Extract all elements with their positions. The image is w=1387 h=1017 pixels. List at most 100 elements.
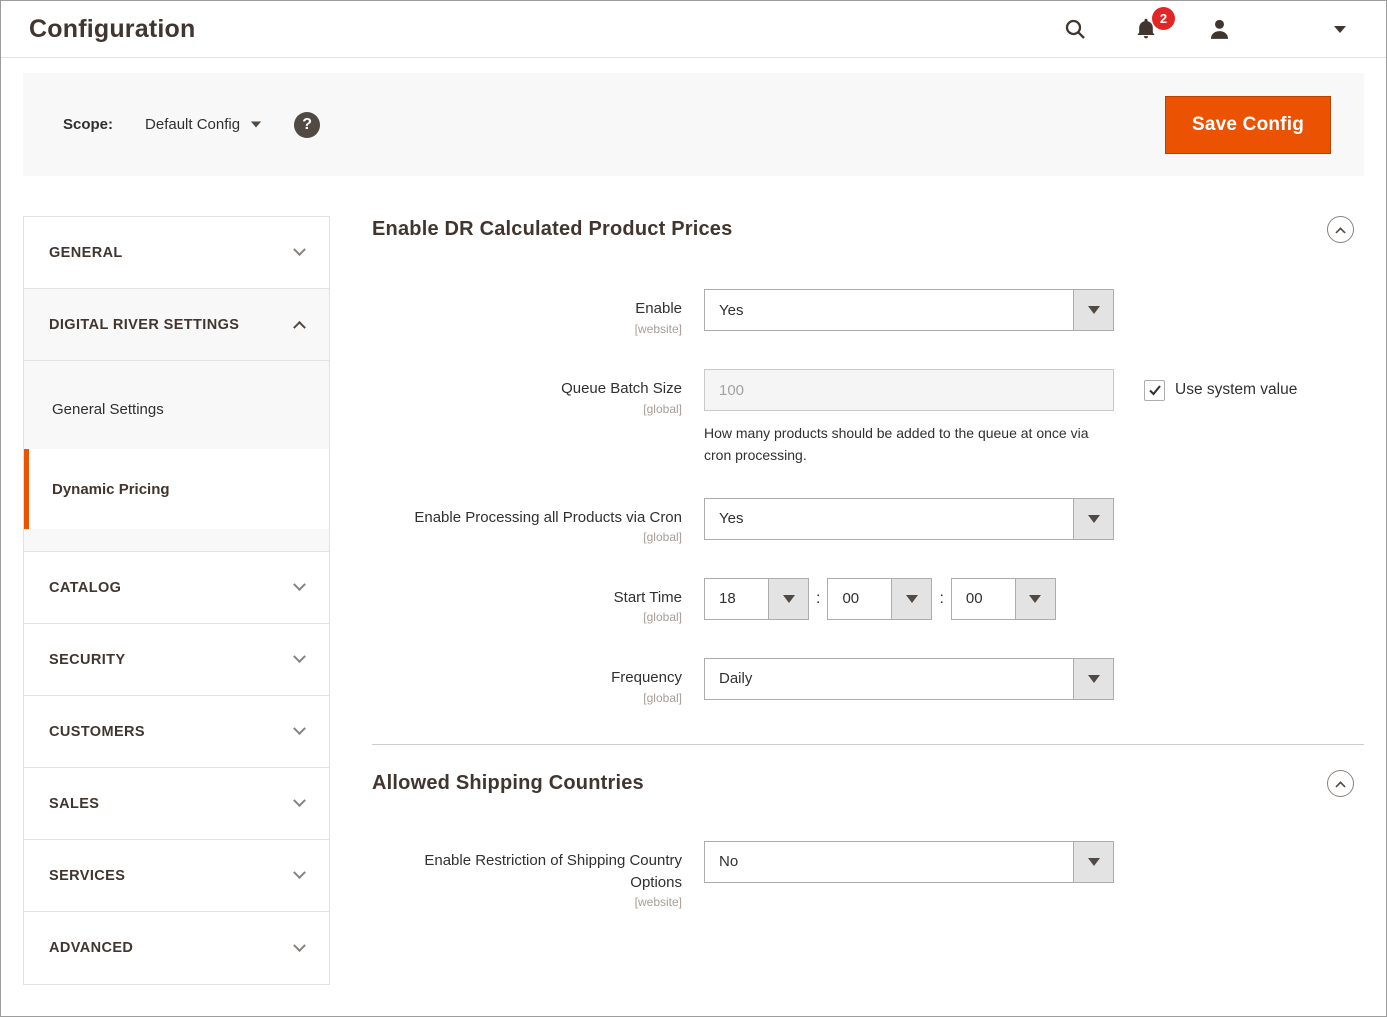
chevron-down-icon: [293, 650, 306, 663]
sidebar-item-customers[interactable]: CUSTOMERS: [24, 696, 329, 768]
select-value: 00: [952, 579, 1015, 619]
page-header: Configuration 2: [1, 1, 1386, 58]
select-value: Daily: [705, 659, 1073, 699]
content-area: GENERAL DIGITAL RIVER SETTINGS General S…: [1, 176, 1386, 985]
field-label: Enable Restriction of Shipping Country O…: [424, 852, 682, 891]
sidebar-item-digital-river-settings[interactable]: DIGITAL RIVER SETTINGS: [24, 289, 329, 361]
section-header-dr-calculated-prices: Enable DR Calculated Product Prices: [372, 216, 1364, 243]
use-system-value-label: Use system value: [1175, 381, 1297, 399]
field-scope-hint: [global]: [372, 609, 682, 626]
use-system-value-toggle[interactable]: Use system value: [1144, 369, 1297, 411]
field-row-cron-processing: Enable Processing all Products via Cron …: [372, 498, 1364, 547]
field-scope-hint: [website]: [372, 321, 682, 338]
triangle-down-icon: [1029, 595, 1041, 603]
field-scope-hint: [global]: [372, 529, 682, 546]
start-time-minutes-select[interactable]: 00: [827, 578, 932, 620]
select-value: Yes: [705, 290, 1073, 330]
select-arrow-button[interactable]: [768, 579, 808, 619]
enable-select[interactable]: Yes: [704, 289, 1114, 331]
field-row-frequency: Frequency [global] Daily: [372, 658, 1364, 707]
chevron-up-icon: [1335, 227, 1345, 237]
field-scope-hint: [global]: [372, 690, 682, 707]
collapse-section-icon[interactable]: [1327, 770, 1354, 797]
field-label: Queue Batch Size: [561, 380, 682, 397]
field-row-queue-batch-size: Queue Batch Size [global] 100 How many p…: [372, 369, 1364, 466]
help-icon[interactable]: [294, 112, 320, 138]
select-arrow-button[interactable]: [1073, 659, 1113, 699]
sidebar-item-dynamic-pricing[interactable]: Dynamic Pricing: [24, 449, 329, 529]
header-actions: 2: [1063, 16, 1346, 42]
sidebar-item-general-settings[interactable]: General Settings: [24, 369, 329, 449]
select-arrow-button[interactable]: [1073, 842, 1113, 882]
frequency-select[interactable]: Daily: [704, 658, 1114, 700]
scope-toolbar: Scope: Default Config Save Config: [23, 73, 1364, 176]
queue-batch-size-input: 100: [704, 369, 1114, 411]
chevron-down-icon: [293, 794, 306, 807]
chevron-down-icon: [293, 722, 306, 735]
sidebar-item-security[interactable]: SECURITY: [24, 624, 329, 696]
field-note: How many products should be added to the…: [704, 423, 1114, 466]
select-arrow-button[interactable]: [1073, 290, 1113, 330]
scope-switcher[interactable]: Default Config: [145, 116, 262, 133]
collapse-section-icon[interactable]: [1327, 216, 1354, 243]
notifications-count-badge[interactable]: 2: [1152, 7, 1175, 30]
scope-label: Scope:: [63, 116, 113, 133]
section-title: Enable DR Calculated Product Prices: [372, 218, 732, 241]
sidebar-item-advanced[interactable]: ADVANCED: [24, 912, 329, 984]
section-title: Allowed Shipping Countries: [372, 772, 644, 795]
select-value: 00: [828, 579, 891, 619]
triangle-down-icon: [1088, 675, 1100, 683]
field-label: Enable: [635, 300, 682, 317]
admin-configuration-page: Configuration 2: [0, 0, 1387, 1017]
triangle-down-icon: [783, 595, 795, 603]
chevron-down-icon: [293, 866, 306, 879]
select-arrow-button[interactable]: [1015, 579, 1055, 619]
field-scope-hint: [global]: [372, 401, 682, 418]
sidebar-item-services[interactable]: SERVICES: [24, 840, 329, 912]
save-config-button[interactable]: Save Config: [1165, 96, 1331, 154]
field-row-enable: Enable [website] Yes: [372, 289, 1364, 338]
sidebar-item-sales[interactable]: SALES: [24, 768, 329, 840]
field-row-start-time: Start Time [global] 18 : 00: [372, 578, 1364, 627]
chevron-down-icon: [293, 243, 306, 256]
chevron-down-icon: [293, 939, 306, 952]
admin-user-icon[interactable]: [1207, 17, 1232, 42]
page-title: Configuration: [29, 15, 195, 44]
start-time-hours-select[interactable]: 18: [704, 578, 809, 620]
select-value: No: [705, 842, 1073, 882]
chevron-down-icon[interactable]: [1334, 26, 1346, 33]
config-nav-sidebar: GENERAL DIGITAL RIVER SETTINGS General S…: [23, 216, 330, 985]
chevron-up-icon: [1335, 781, 1345, 791]
select-value: Yes: [705, 499, 1073, 539]
field-label: Start Time: [614, 589, 682, 606]
chevron-down-icon: [251, 122, 261, 128]
section-header-allowed-shipping-countries: Allowed Shipping Countries: [372, 770, 1364, 797]
notifications-bell-icon[interactable]: 2: [1133, 16, 1159, 42]
time-separator: :: [816, 590, 820, 608]
field-label: Frequency: [611, 669, 682, 686]
config-form: Enable DR Calculated Product Prices Enab…: [330, 216, 1364, 943]
time-separator: :: [939, 590, 943, 608]
sidebar-item-catalog[interactable]: CATALOG: [24, 552, 329, 624]
start-time-seconds-select[interactable]: 00: [951, 578, 1056, 620]
triangle-down-icon: [1088, 515, 1100, 523]
checkbox-checked-icon[interactable]: [1144, 380, 1165, 401]
field-label: Enable Processing all Products via Cron: [414, 509, 682, 526]
triangle-down-icon: [1088, 306, 1100, 314]
scope-value: Default Config: [145, 116, 240, 133]
start-time-group: 18 : 00 : 00: [704, 578, 1056, 620]
section-divider: [372, 744, 1364, 745]
triangle-down-icon: [1088, 858, 1100, 866]
select-arrow-button[interactable]: [1073, 499, 1113, 539]
select-arrow-button[interactable]: [891, 579, 931, 619]
chevron-down-icon: [293, 578, 306, 591]
shipping-country-restriction-select[interactable]: No: [704, 841, 1114, 883]
select-value: 18: [705, 579, 768, 619]
digital-river-subnav: General Settings Dynamic Pricing: [24, 361, 329, 552]
search-icon[interactable]: [1063, 17, 1087, 41]
cron-processing-select[interactable]: Yes: [704, 498, 1114, 540]
sidebar-item-general[interactable]: GENERAL: [24, 217, 329, 289]
chevron-up-icon: [293, 321, 306, 334]
field-scope-hint: [website]: [372, 894, 682, 911]
field-row-shipping-country-restriction: Enable Restriction of Shipping Country O…: [372, 841, 1364, 912]
